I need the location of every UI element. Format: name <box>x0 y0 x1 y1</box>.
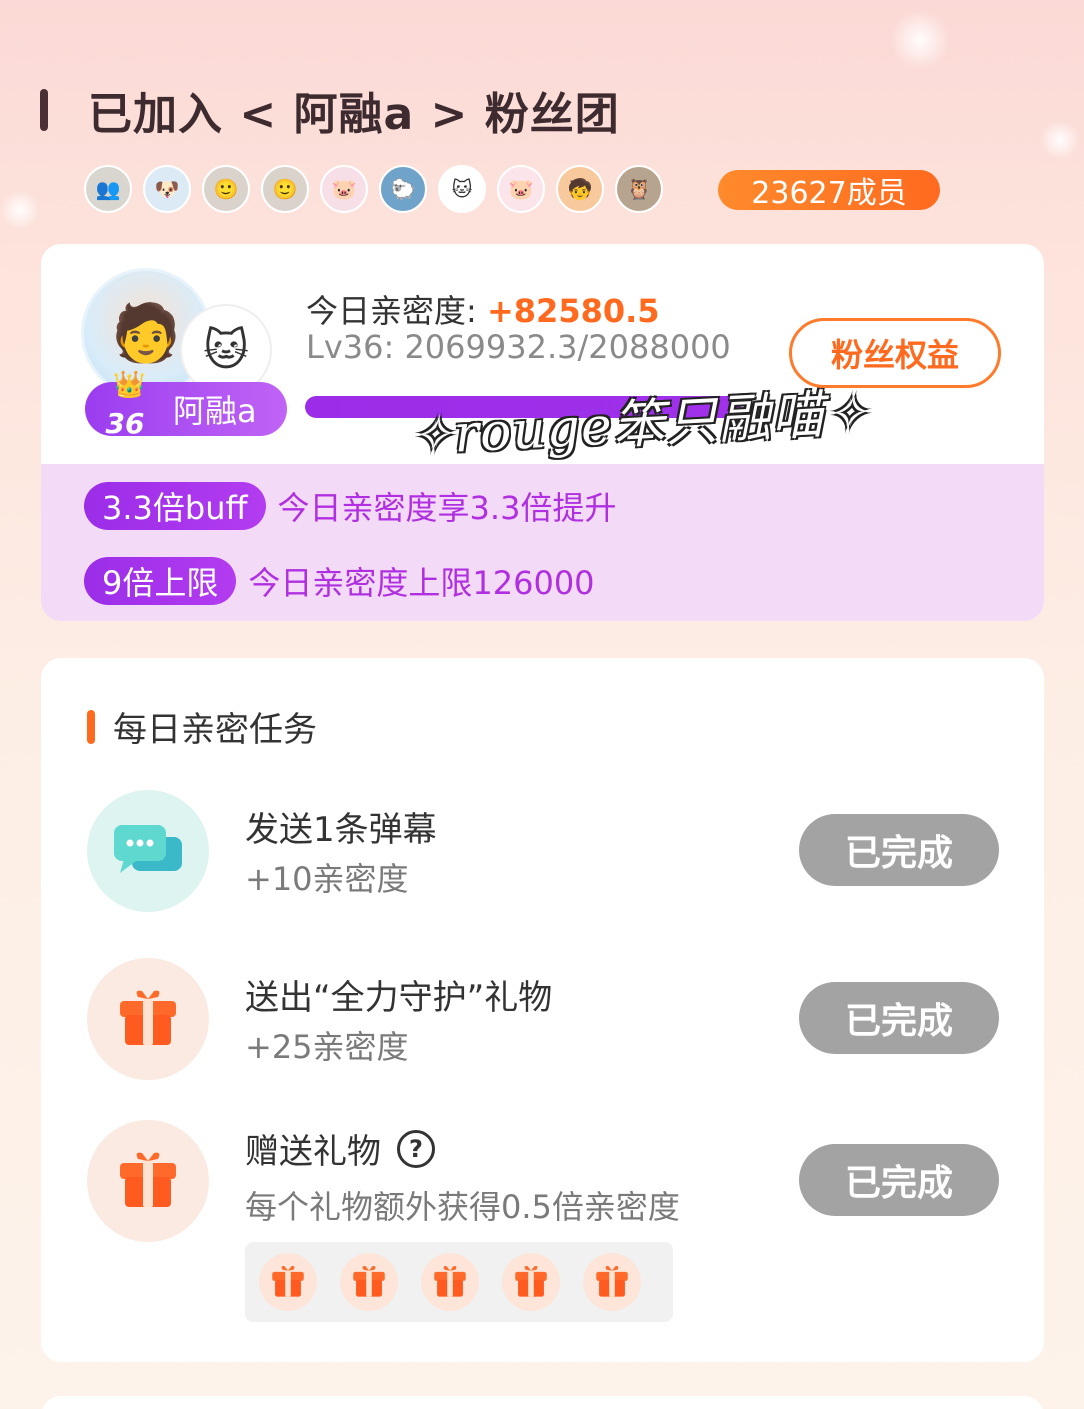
task-title: 赠送礼物 <box>245 1132 381 1172</box>
task-title: 送出“全力守护”礼物 <box>245 978 553 1018</box>
task-item: 发送1条弹幕 +10亲密度 已完成 <box>87 790 999 912</box>
help-icon[interactable]: ? <box>397 1129 435 1168</box>
dog-avatar[interactable]: 🐶 <box>143 165 191 213</box>
buff-cap-pill: 9倍上限 <box>84 557 237 605</box>
chat-bubble-icon <box>87 790 209 912</box>
host-name: 阿融a <box>173 392 257 430</box>
handwritten-watermark: ✧rouge笨只融喵✧ <box>408 383 871 467</box>
sparkle-decoration <box>890 10 950 70</box>
cartoon-avatar[interactable]: 🧒 <box>556 165 604 213</box>
task-complete-button[interactable]: 已完成 <box>799 814 999 886</box>
buff-row: 3.3倍buff 今日亲密度享3.3倍提升 <box>84 482 616 530</box>
daily-tasks-card: 每日亲密任务 发送1条弹幕 +10亲密度 已完成 送出“全力守护”礼物 +25亲… <box>41 658 1044 1362</box>
group-photo-avatar[interactable]: 👥 <box>84 165 132 213</box>
page-title: 已加入 < 阿融a > 粉丝团 <box>88 89 620 140</box>
buff-multiplier-pill: 3.3倍buff <box>84 482 266 530</box>
pig-sticker-avatar[interactable]: 🐷 <box>320 165 368 213</box>
buff-cap-description: 今日亲密度上限126000 <box>248 564 595 602</box>
task-reward: 每个礼物额外获得0.5倍亲密度 <box>245 1188 680 1226</box>
mini-gift-icon <box>502 1253 560 1311</box>
next-card-edge <box>41 1396 1044 1409</box>
member-avatar-list[interactable]: 👥 🐶 🙂 🙂 🐷 🐑 🐱 🐷 🧒 🦉 <box>84 165 674 213</box>
section-title: 每日亲密任务 <box>87 702 317 751</box>
character-avatar[interactable]: 🦉 <box>615 165 663 213</box>
buff-info-area: 3.3倍buff 今日亲密度享3.3倍提升 9倍上限 今日亲密度上限126000 <box>41 464 1044 621</box>
member-count-badge[interactable]: 23627成员 <box>718 170 940 211</box>
sparkle-decoration <box>0 190 40 230</box>
task-reward: +10亲密度 <box>245 860 409 898</box>
task-complete-button[interactable]: 已完成 <box>799 1144 999 1216</box>
task-title: 发送1条弹幕 <box>245 810 437 850</box>
fan-level-card: 🧑 🐱 阿融a 36 👑 今日亲密度: +82580.5 Lv36: 20699… <box>41 244 1044 621</box>
section-accent-bar <box>87 709 95 744</box>
task-item: 送出“全力守护”礼物 +25亲密度 已完成 <box>87 958 999 1080</box>
landscape-avatar[interactable]: 🐑 <box>379 165 427 213</box>
task-title-row: 赠送礼物 ? <box>245 1124 435 1173</box>
buff-row: 9倍上限 今日亲密度上限126000 <box>84 557 595 605</box>
sparkle-decoration <box>1040 120 1080 160</box>
mini-gift-icon <box>583 1253 641 1311</box>
task-complete-button[interactable]: 已完成 <box>799 982 999 1054</box>
gift-progress-tray <box>245 1242 673 1322</box>
mini-gift-icon <box>340 1253 398 1311</box>
intimacy-label: 今日亲密度: <box>306 292 477 330</box>
person-avatar[interactable]: 🙂 <box>202 165 250 213</box>
gift-box-icon <box>87 958 209 1080</box>
crown-icon: 👑 <box>113 370 146 400</box>
section-title-text: 每日亲密任务 <box>113 710 317 750</box>
mini-gift-icon <box>259 1253 317 1311</box>
task-reward: +25亲密度 <box>245 1028 409 1066</box>
cat-sticker-avatar[interactable]: 🐱 <box>438 165 486 213</box>
person-avatar[interactable]: 🙂 <box>261 165 309 213</box>
fan-perks-button[interactable]: 粉丝权益 <box>789 318 1001 388</box>
buff-description: 今日亲密度享3.3倍提升 <box>277 489 617 527</box>
today-intimacy: 今日亲密度: +82580.5 <box>306 286 660 332</box>
task-item: 赠送礼物 ? 每个礼物额外获得0.5倍亲密度 已完成 <box>87 1120 999 1330</box>
level-progress-text: Lv36: 2069932.3/2088000 <box>306 328 731 366</box>
header-accent-bar <box>40 89 48 131</box>
pig-sticker-avatar[interactable]: 🐷 <box>497 165 545 213</box>
intimacy-value: +82580.5 <box>486 292 660 330</box>
page-header: 已加入 < 阿融a > 粉丝团 <box>40 80 620 140</box>
mini-gift-icon <box>421 1253 479 1311</box>
fan-level-number: 36 <box>105 407 145 440</box>
gift-box-icon <box>87 1120 209 1242</box>
